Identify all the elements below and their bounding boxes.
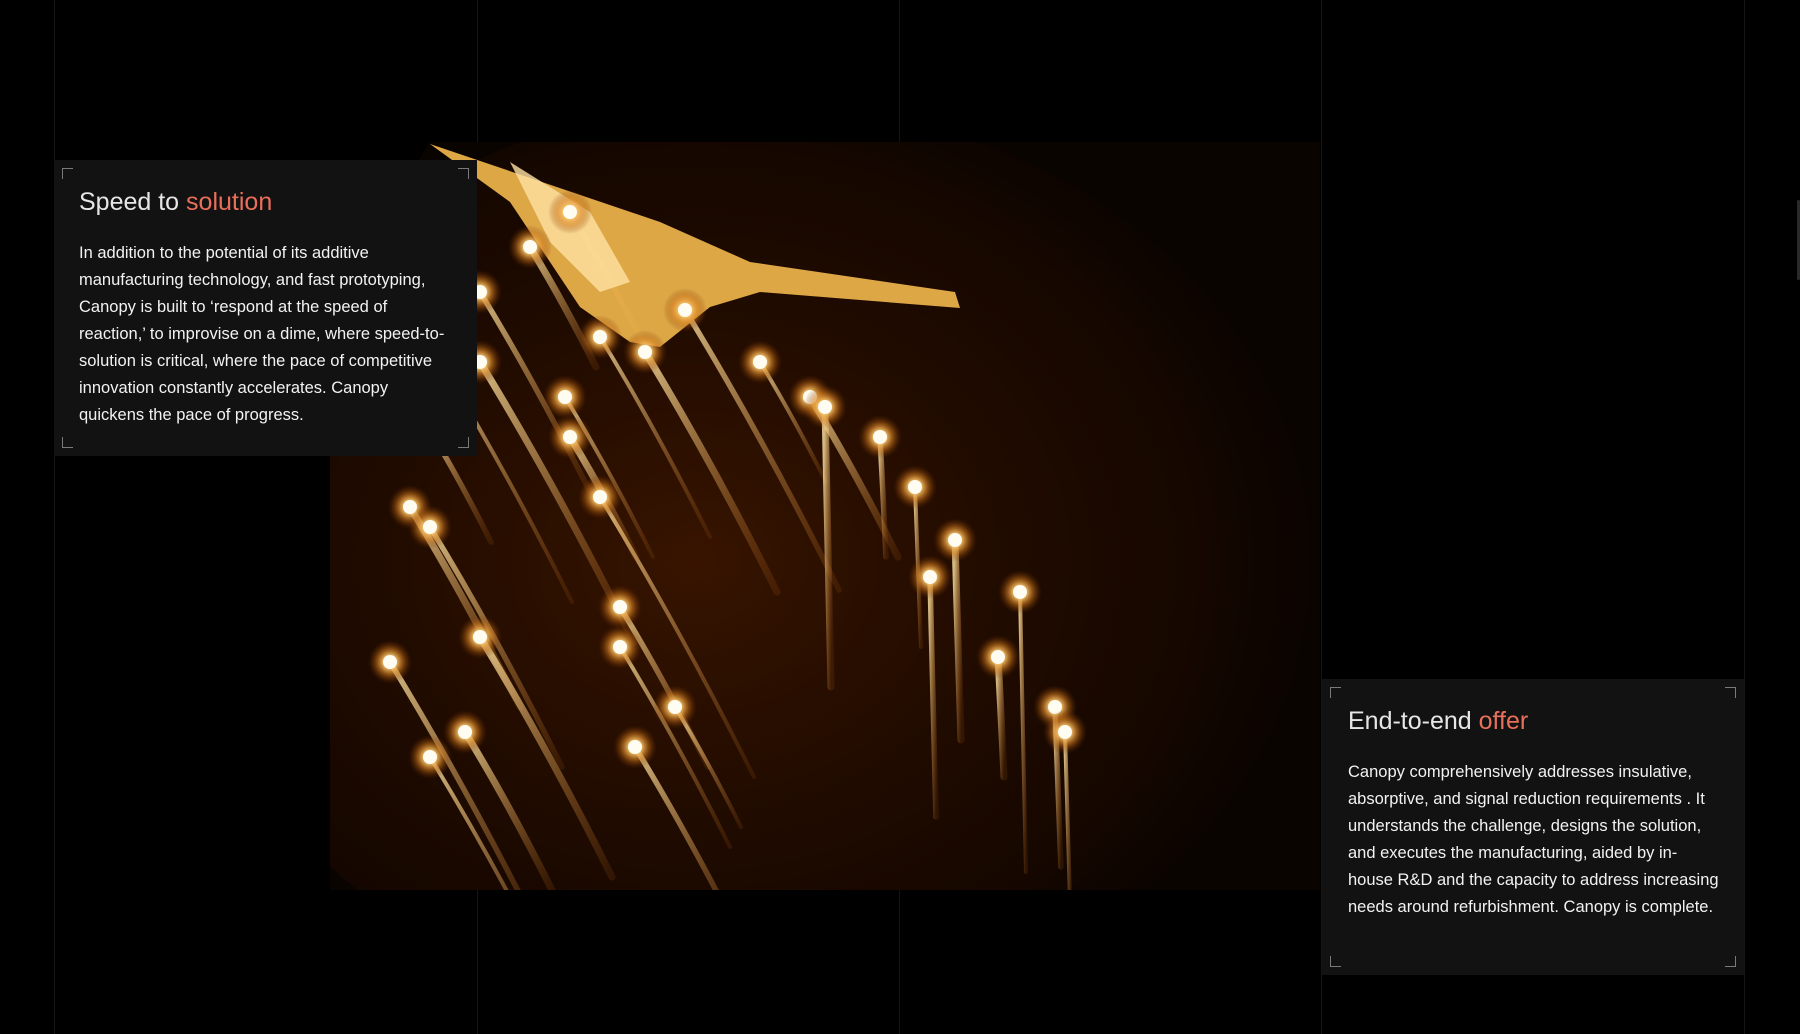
grid-line <box>1744 0 1745 1034</box>
corner-mark <box>458 168 469 179</box>
flare-core <box>383 655 397 669</box>
flare-core <box>818 400 832 414</box>
flare-core <box>873 430 887 444</box>
flare-core <box>1013 585 1027 599</box>
card-title: End-to-end offer <box>1348 705 1719 737</box>
card-body: In addition to the potential of its addi… <box>79 244 445 424</box>
flare-core <box>423 750 437 764</box>
card-title-accent: solution <box>186 188 273 216</box>
flare-core <box>458 725 472 739</box>
corner-mark <box>1330 687 1341 698</box>
flare-core <box>558 390 572 404</box>
card-title-accent: offer <box>1478 707 1529 735</box>
flare-core <box>948 533 962 547</box>
hero-image <box>330 142 1320 890</box>
card-title-plain: End-to-end <box>1348 707 1472 735</box>
flare-core <box>923 570 937 584</box>
corner-mark <box>62 168 73 179</box>
flare-core <box>613 640 627 654</box>
flare-core <box>473 630 487 644</box>
card-title: Speed to solution <box>79 186 452 218</box>
flare-core <box>908 480 922 494</box>
corner-mark <box>458 437 469 448</box>
corner-mark <box>1725 687 1736 698</box>
flare-core <box>638 345 652 359</box>
end-to-end-offer-card: End-to-end offer Canopy comprehensively … <box>1322 679 1744 975</box>
flare-core <box>563 430 577 444</box>
flare-core <box>613 600 627 614</box>
flare-core <box>423 520 437 534</box>
flare-core <box>628 740 642 754</box>
flare-core <box>753 355 767 369</box>
flare-core <box>668 700 682 714</box>
flare-core <box>991 650 1005 664</box>
flare-core <box>593 490 607 504</box>
flare-core <box>678 303 692 317</box>
speed-to-solution-card: Speed to solution In addition to the pot… <box>54 160 477 456</box>
grid-line <box>54 0 55 1034</box>
flares-illustration <box>330 142 1320 890</box>
card-body: Canopy comprehensively addresses insulat… <box>1348 763 1719 916</box>
card-title-plain: Speed to <box>79 188 180 216</box>
page: Speed to solution In addition to the pot… <box>0 0 1800 1034</box>
corner-mark <box>62 437 73 448</box>
flare-core <box>593 330 607 344</box>
flare-core <box>563 205 577 219</box>
corner-mark <box>1330 956 1341 967</box>
flare-core <box>1058 725 1072 739</box>
corner-mark <box>1725 956 1736 967</box>
flare-core <box>523 240 537 254</box>
